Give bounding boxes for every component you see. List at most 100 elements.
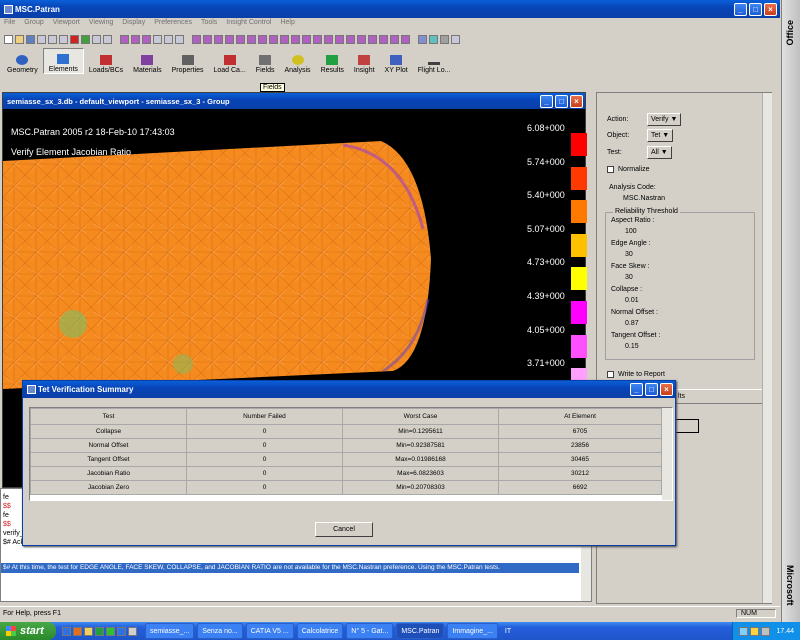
zoom-out-icon[interactable] [175,34,184,44]
render-icon[interactable] [451,34,460,44]
elements-button[interactable]: Elements [42,48,84,74]
new-icon[interactable] [4,34,13,44]
menu-viewport[interactable]: Viewport [53,19,80,30]
firefox-icon[interactable] [73,626,82,636]
orient-icon[interactable] [401,34,410,44]
fields-button[interactable]: Fields [251,48,280,74]
test-select[interactable]: All ▼ [647,146,672,159]
column-at-element[interactable]: At Element [498,408,662,425]
minimize-button[interactable]: _ [734,2,747,16]
ie-icon[interactable] [62,626,71,636]
render-icon[interactable] [440,34,449,44]
pick-icon[interactable] [92,34,101,44]
abort-icon[interactable] [70,34,79,44]
dialog-minimize-button[interactable]: _ [630,383,643,396]
zoom-icon[interactable] [153,34,162,44]
properties-button[interactable]: Properties [167,48,209,74]
table-row[interactable]: Tangent Offset 0 Max=0.01986168 30465 [30,452,662,467]
media-icon[interactable] [95,626,104,636]
column-number-failed[interactable]: Number Failed [186,408,343,425]
taskbar-item[interactable]: MSC.Patran [396,623,445,639]
orient-icon[interactable] [302,34,311,44]
taskbar-item[interactable]: CATIA V5 ... [245,623,294,639]
menu-tools[interactable]: Tools [201,19,217,30]
orient-icon[interactable] [346,34,355,44]
render-icon[interactable] [418,34,427,44]
select-icon[interactable] [103,34,112,44]
orient-icon[interactable] [335,34,344,44]
menu-group[interactable]: Group [24,19,43,30]
taskbar-item[interactable]: Calcolatrice [296,623,344,639]
office-label[interactable]: Office [785,20,795,46]
save-icon[interactable] [26,34,35,44]
side-panel-scrollbar[interactable] [762,93,772,603]
orient-icon[interactable] [236,34,245,44]
orient-icon[interactable] [379,34,388,44]
orient-icon[interactable] [225,34,234,44]
dialog-close-button[interactable]: × [660,383,673,396]
table-row[interactable]: Jacobian Ratio 0 Max=6.0823603 30212 [30,466,662,481]
write-report-checkbox[interactable] [607,371,614,378]
taskbar-item[interactable]: semiasse_... [145,623,195,639]
orient-icon[interactable] [269,34,278,44]
column-worst-case[interactable]: Worst Case [342,408,499,425]
orient-icon[interactable] [258,34,267,44]
undo-icon[interactable] [59,34,68,44]
orient-icon[interactable] [192,34,201,44]
orient-icon[interactable] [357,34,366,44]
view-icon[interactable] [120,34,129,44]
analysis-button[interactable]: Analysis [279,48,315,74]
copy-icon[interactable] [48,34,57,44]
xy-plot-button[interactable]: XY Plot [380,48,413,74]
cancel-button[interactable]: Cancel [315,522,373,537]
viewport-close-button[interactable]: × [570,94,583,108]
table-row[interactable]: Jacobian Zero 0 Min=0.20708303 6692 [30,480,662,495]
dialog-maximize-button[interactable]: □ [645,383,658,396]
menu-insight-control[interactable]: Insight Control [226,19,271,30]
start-button[interactable]: start [0,622,56,640]
taskbar-item[interactable]: Immagine_... [447,623,498,639]
action-select[interactable]: Verify ▼ [647,113,682,126]
viewport-minimize-button[interactable]: _ [540,94,553,108]
open-icon[interactable] [15,34,24,44]
orient-icon[interactable] [291,34,300,44]
taskbar-item[interactable]: N° 5 - Gat... [346,623,394,639]
play-icon[interactable] [106,626,115,636]
menu-preferences[interactable]: Preferences [154,19,192,30]
app-icon[interactable] [117,626,126,636]
insight-button[interactable]: Insight [349,48,380,74]
clock[interactable]: 17.44 [776,628,794,635]
close-button[interactable]: × [764,2,777,16]
orient-icon[interactable] [203,34,212,44]
menu-help[interactable]: Help [280,19,294,30]
main-title-bar[interactable]: MSC.Patran _ □ × [0,0,780,18]
taskbar-item[interactable]: IT [501,623,515,639]
orient-icon[interactable] [280,34,289,44]
column-test[interactable]: Test [30,408,187,425]
zoom-in-icon[interactable] [164,34,173,44]
tray-icon[interactable] [739,626,749,636]
render-icon[interactable] [429,34,438,44]
orient-icon[interactable] [390,34,399,44]
load-cases-button[interactable]: Load Ca... [208,48,250,74]
view-icon[interactable] [142,34,151,44]
orient-icon[interactable] [324,34,333,44]
viewport-title-bar[interactable]: semiasse_sx_3.db - default_viewport - se… [3,93,585,109]
taskbar-item[interactable]: Senza no... [197,623,243,639]
orient-icon[interactable] [247,34,256,44]
materials-button[interactable]: Materials [128,48,166,74]
geometry-button[interactable]: Geometry [2,48,43,74]
menu-display[interactable]: Display [122,19,145,30]
maximize-button[interactable]: □ [749,2,762,16]
orient-icon[interactable] [313,34,322,44]
menu-viewing[interactable]: Viewing [89,19,113,30]
viewport-maximize-button[interactable]: □ [555,94,568,108]
orient-icon[interactable] [214,34,223,44]
results-button[interactable]: Results [316,48,349,74]
app-icon[interactable] [128,626,137,636]
orient-icon[interactable] [368,34,377,44]
dialog-title-bar[interactable]: Tet Verification Summary _ □ × [23,381,675,398]
refresh-icon[interactable] [81,34,90,44]
print-icon[interactable] [37,34,46,44]
loads-bcs-button[interactable]: Loads/BCs [84,48,128,74]
